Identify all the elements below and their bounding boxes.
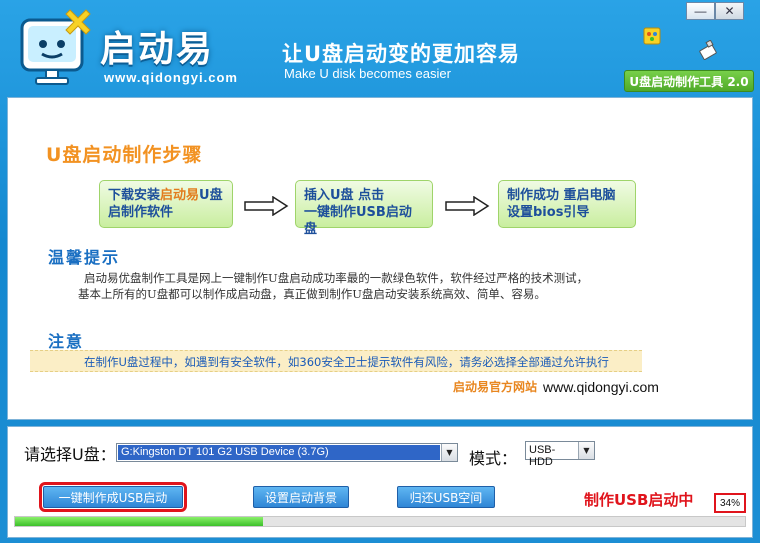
tips-line-1: 启动易优盘制作工具是网上一键制作U盘启动成功率最的一款绿色软件，软件经过严格的技… (84, 271, 589, 285)
info-panel: U盘启动制作步骤 下载安装启动易U盘 启制作软件 插入U盘 点击 一键制作USB… (7, 97, 753, 420)
site-label: 启动易官方网站 (453, 380, 538, 394)
mascot-logo-icon (20, 9, 91, 85)
minimize-button[interactable]: — (686, 2, 715, 20)
slogan-english: Make U disk becomes easier (284, 66, 451, 81)
usb-device-value: G:Kingston DT 101 G2 USB Device (3.7G) (118, 445, 440, 460)
progress-fill (15, 517, 264, 526)
step1-text-b: U盘 (199, 188, 223, 203)
controls-panel: 请选择U盘： G:Kingston DT 101 G2 USB Device (… (7, 426, 753, 538)
usb-device-select[interactable]: G:Kingston DT 101 G2 USB Device (3.7G) ▼ (116, 443, 458, 462)
tips-text: 启动易优盘制作工具是网上一键制作U盘启动成功率最的一款绿色软件，软件经过严格的技… (78, 270, 698, 302)
watermark: www.3HAT.COM (568, 525, 667, 538)
header: 启动易 www.qidongyi.com 让U盘启动变的更加容易 Make U … (0, 0, 760, 96)
steps-title: U盘启动制作步骤 (46, 144, 203, 166)
arrow-right-icon (445, 196, 490, 216)
step-reboot-bios: 制作成功 重启电脑 设置bios引导 (498, 180, 636, 228)
step-download-install: 下载安装启动易U盘 启制作软件 (99, 180, 233, 228)
progress-percent: 34% (714, 493, 746, 513)
mode-label: 模式： (469, 449, 518, 468)
restore-usb-space-button[interactable]: 归还USB空间 (397, 486, 495, 508)
skin-icon[interactable] (641, 25, 663, 47)
chevron-down-icon[interactable]: ▼ (441, 444, 457, 461)
step1-text-line2: 启制作软件 (108, 205, 174, 220)
step1-text-highlight: 启动易 (160, 188, 200, 203)
close-button[interactable]: ✕ (715, 2, 744, 20)
make-usb-boot-button[interactable]: 一键制作成USB启动 (39, 482, 187, 512)
app-window: 启动易 www.qidongyi.com 让U盘启动变的更加容易 Make U … (0, 0, 760, 543)
usb-disk-icon[interactable] (697, 40, 719, 62)
step3-text-line2: 设置bios引导 (507, 205, 590, 220)
step-insert-usb: 插入U盘 点击 一键制作USB启动盘 (295, 180, 433, 237)
usb-select-label: 请选择U盘： (24, 445, 116, 464)
slogan-chinese: 让U盘启动变的更加容易 (282, 42, 521, 66)
step3-text-line1: 制作成功 重启电脑 (507, 188, 616, 203)
official-site: 启动易官方网站 www.qidongyi.com (453, 378, 659, 395)
mode-value: USB-HDD (529, 444, 556, 468)
brand-url: www.qidongyi.com (104, 70, 238, 85)
chevron-down-icon[interactable]: ▼ (578, 442, 594, 459)
note-text: 在制作U盘过程中，如遇到有安全软件，如360安全卫士提示软件有风险，请务必选择全… (30, 350, 642, 372)
window-controls: — ✕ (686, 2, 744, 20)
arrow-right-icon (244, 196, 289, 216)
tips-title: 温馨提示 (48, 248, 121, 267)
note-title: 注意 (48, 332, 85, 351)
step2-text-line1: 插入U盘 点击 (304, 188, 385, 203)
tips-line-2: 基本上所有的U盘都可以制作成启动盘，真正做到制作U盘启动安装系统高效、简单、容易… (78, 287, 546, 301)
mode-select[interactable]: USB-HDD ▼ (525, 441, 595, 468)
brand-name: 启动易 (100, 29, 215, 70)
step2-text-line2: 一键制作USB启动盘 (304, 205, 412, 237)
version-badge: U盘启动制作工具 2.0 (624, 70, 754, 92)
set-boot-background-button[interactable]: 设置启动背景 (253, 486, 349, 508)
status-text: 制作USB启动中 (584, 491, 694, 509)
step1-text-a: 下载安装 (108, 188, 161, 203)
site-url-link[interactable]: www.qidongyi.com (543, 379, 659, 395)
